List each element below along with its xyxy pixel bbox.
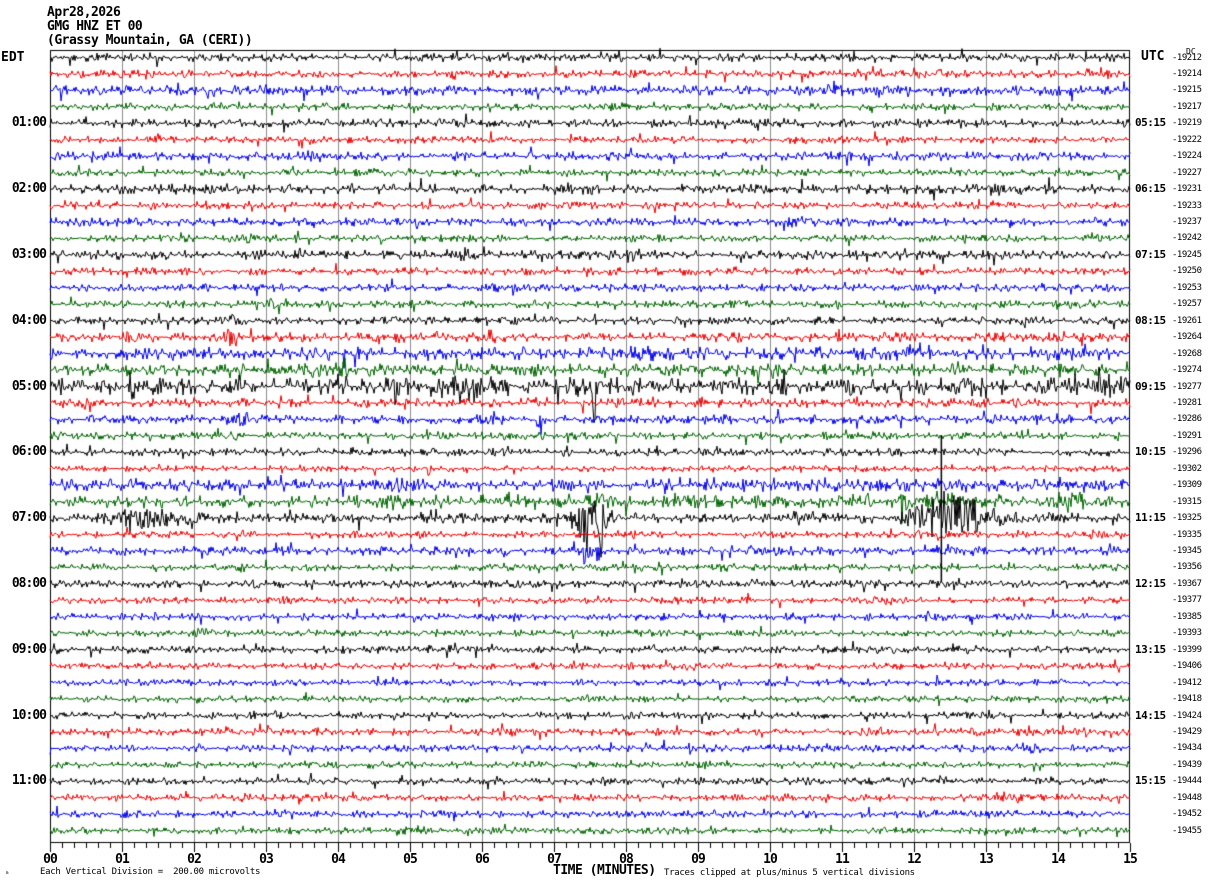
x-tick-label: 12 xyxy=(907,852,922,867)
left-time-label: 03:00 xyxy=(11,246,47,262)
dc-count-label: -19345 xyxy=(1172,546,1202,556)
dc-count-label: -19222 xyxy=(1172,134,1202,145)
left-time-label: 09:00 xyxy=(11,641,47,657)
dc-count-label: -19429 xyxy=(1172,726,1202,737)
title-station: GMG HNZ ET 00 xyxy=(47,19,143,34)
x-tick-label: 00 xyxy=(43,852,58,867)
dc-count-label: -19325 xyxy=(1172,513,1202,524)
right-time-label: 14:15 xyxy=(1135,708,1166,722)
left-time-label: 02:00 xyxy=(11,181,47,197)
dc-count-label: -19281 xyxy=(1172,397,1202,408)
dc-count-label: -19335 xyxy=(1172,529,1202,540)
clip-note: Traces clipped at plus/minus 5 vertical … xyxy=(664,868,915,878)
right-time-label: 08:15 xyxy=(1135,313,1166,327)
dc-count-label: -19367 xyxy=(1172,578,1202,589)
utc-axis-label: UTC xyxy=(1141,49,1165,64)
left-time-label: 11:00 xyxy=(11,773,47,789)
right-time-label: 10:15 xyxy=(1135,445,1166,459)
left-time-label: 06:00 xyxy=(11,444,47,460)
dc-count-label: -19231 xyxy=(1172,184,1202,195)
dc-count-label: -19356 xyxy=(1172,562,1202,573)
dc-count-label: -19309 xyxy=(1172,480,1202,491)
x-tick-label: 15 xyxy=(1123,852,1138,867)
x-tick-label: 01 xyxy=(115,852,130,867)
dc-count-label: -19250 xyxy=(1172,266,1202,277)
right-time-label: 09:15 xyxy=(1135,379,1166,393)
x-tick-label: 03 xyxy=(259,852,274,867)
right-time-label: 06:15 xyxy=(1135,182,1166,196)
left-time-label: 08:00 xyxy=(11,575,47,591)
left-time-label: 07:00 xyxy=(11,510,47,526)
dc-count-label: -19296 xyxy=(1172,447,1202,458)
dc-count-label: -19242 xyxy=(1172,233,1202,244)
dc-count-label: -19291 xyxy=(1172,430,1202,441)
dc-count-label: -19315 xyxy=(1172,496,1202,507)
dc-count-label: -19264 xyxy=(1172,332,1202,343)
dc-count-label: -19227 xyxy=(1172,167,1202,178)
scale-note: Each Vertical Division = 200.00 microvol… xyxy=(40,867,261,877)
corner-watermark: ₘ xyxy=(5,868,10,876)
dc-count-label: -19257 xyxy=(1172,299,1202,310)
dc-count-label: -19253 xyxy=(1172,282,1202,293)
dc-count-label: -19377 xyxy=(1172,595,1202,606)
dc-count-label: -19452 xyxy=(1172,809,1202,820)
dc-count-label: -19393 xyxy=(1172,628,1202,639)
dc-count-label: -19217 xyxy=(1172,101,1202,112)
x-tick-label: 02 xyxy=(187,852,202,867)
dc-count-label: -19448 xyxy=(1172,792,1202,803)
x-tick-label: 11 xyxy=(835,852,850,867)
right-time-label: 12:15 xyxy=(1135,576,1166,590)
dc-count-label: -19434 xyxy=(1172,743,1202,754)
right-time-label: 05:15 xyxy=(1135,116,1166,130)
dc-count-label: -19439 xyxy=(1172,759,1202,770)
dc-count-label: -19268 xyxy=(1172,348,1202,359)
x-tick-label: 14 xyxy=(1051,852,1066,867)
x-tick-label: 06 xyxy=(475,852,490,867)
title-date: Apr28,2026 xyxy=(47,5,121,20)
dc-count-label: -19224 xyxy=(1172,151,1202,162)
dc-count-label: -19385 xyxy=(1172,611,1202,622)
x-tick-label: 10 xyxy=(763,852,778,867)
left-time-label: 05:00 xyxy=(11,378,47,394)
dc-count-label: -19302 xyxy=(1172,463,1202,474)
dc-count-label: -19424 xyxy=(1172,710,1202,721)
x-tick-label: 13 xyxy=(979,852,994,867)
dc-count-label: -19219 xyxy=(1172,118,1202,129)
dc-count-label: -19455 xyxy=(1172,825,1202,836)
left-time-label: 04:00 xyxy=(11,312,47,328)
helicorder-canvas xyxy=(0,0,1210,886)
left-time-label: 10:00 xyxy=(11,707,47,723)
x-tick-label: 04 xyxy=(331,852,346,867)
right-time-label: 11:15 xyxy=(1135,511,1166,525)
right-time-label: 15:15 xyxy=(1135,774,1166,788)
dc-count-label: -19274 xyxy=(1172,365,1202,376)
left-time-label: 01:00 xyxy=(11,115,47,131)
dc-count-label: -19233 xyxy=(1172,200,1202,211)
edt-axis-label: EDT xyxy=(1,50,25,65)
dc-count-label: -19444 xyxy=(1172,776,1202,787)
right-time-label: 13:15 xyxy=(1135,642,1166,656)
dc-count-label: -19418 xyxy=(1172,694,1202,705)
x-axis-title: TIME (MINUTES) xyxy=(553,863,656,878)
dc-count-label: -19399 xyxy=(1172,644,1202,655)
right-time-label: 07:15 xyxy=(1135,247,1166,261)
dc-count-label: -19214 xyxy=(1172,68,1202,79)
dc-count-label: -19277 xyxy=(1172,381,1202,392)
dc-count-label: -19261 xyxy=(1172,315,1202,326)
dc-count-label: -19412 xyxy=(1172,677,1202,688)
dc-count-label: -19237 xyxy=(1172,217,1202,227)
dc-count-label: -19215 xyxy=(1172,85,1202,96)
x-tick-label: 05 xyxy=(403,852,418,867)
dc-count-label: -19286 xyxy=(1172,414,1202,425)
dc-count-label: -19406 xyxy=(1172,661,1202,672)
dc-count-label: -19245 xyxy=(1172,249,1202,260)
title-location: (Grassy Mountain, GA (CERI)) xyxy=(47,33,253,48)
x-tick-label: 09 xyxy=(691,852,706,867)
dc-count-label: -19212 xyxy=(1172,52,1202,63)
helicorder-screen: Apr28,2026 GMG HNZ ET 00 (Grassy Mountai… xyxy=(0,0,1210,886)
